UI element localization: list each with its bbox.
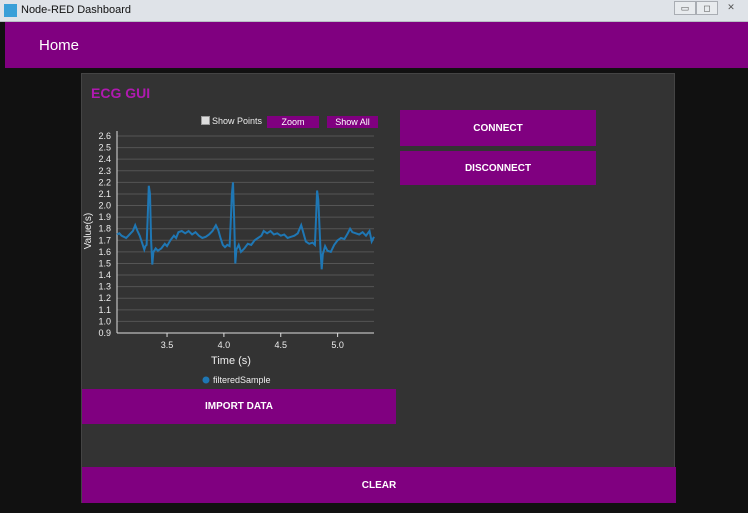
minimize-button[interactable]: ▭ [674,1,696,15]
x-tick-label: 4.0 [218,340,231,350]
x-axis-label: Time (s) [211,355,251,367]
y-tick-label: 1.0 [98,316,111,326]
show-points-checkbox[interactable] [201,116,210,125]
close-button[interactable]: ✕ [720,1,742,15]
y-tick-label: 0.9 [98,328,111,338]
y-tick-label: 2.4 [98,154,111,164]
y-axis-label: Value(s) [83,213,94,250]
y-tick-label: 1.7 [98,235,111,245]
card-title: ECG GUI [91,85,151,101]
y-tick-label: 2.6 [98,131,111,141]
x-tick-label: 4.5 [274,340,287,350]
y-tick-label: 1.3 [98,282,111,292]
window-titlebar: Node-RED Dashboard ▭ ◻ ✕ [0,0,748,22]
series-line-filteredSample [116,182,375,270]
app-icon [4,4,17,17]
y-tick-label: 1.5 [98,258,111,268]
y-tick-label: 2.3 [98,166,111,176]
disconnect-button[interactable]: DISCONNECT [400,151,596,185]
y-tick-label: 1.6 [98,247,111,257]
import-data-button[interactable]: IMPORT DATA [82,389,396,424]
page-title: Home [39,37,80,54]
y-tick-label: 1.1 [98,305,111,315]
y-tick-label: 2.0 [98,201,111,211]
legend-label[interactable]: filteredSample [213,375,271,385]
y-tick-label: 2.5 [98,143,111,153]
y-tick-label: 1.2 [98,293,111,303]
dashboard-header: Home [5,22,748,68]
y-tick-label: 1.9 [98,212,111,222]
y-tick-label: 1.8 [98,224,111,234]
ecg-gui-card: ECG GUI Show Points Zoom Show All 0.9 1.0… [81,73,676,503]
x-tick-label: 5.0 [331,340,344,350]
y-tick-label: 1.4 [98,270,111,280]
show-points-label: Show Points [212,116,263,126]
window-title: Node-RED Dashboard [21,4,132,16]
x-tick-label: 3.5 [161,340,174,350]
maximize-button[interactable]: ◻ [696,1,718,15]
y-tick-label: 2.2 [98,177,111,187]
legend-marker [202,376,210,384]
clear-button[interactable]: CLEAR [82,467,676,503]
connect-button[interactable]: CONNECT [400,110,596,146]
y-tick-label: 2.1 [98,189,111,199]
